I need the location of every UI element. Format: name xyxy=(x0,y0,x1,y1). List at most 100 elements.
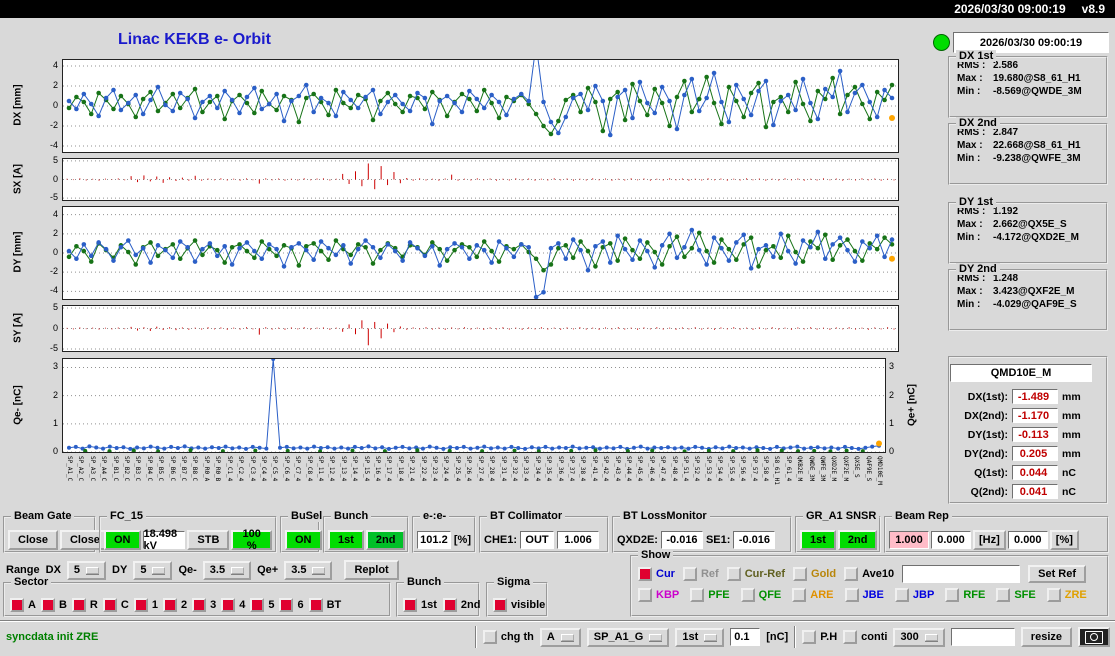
show-jbp-checkbox[interactable]: JBP xyxy=(894,588,935,602)
show-rfe-checkbox[interactable]: RFE xyxy=(945,588,985,602)
range-qep-menu[interactable]: 3.5 xyxy=(284,560,333,580)
show-qfe-checkbox[interactable]: QFE xyxy=(740,588,782,602)
x-axis-label: SP_26_4 xyxy=(465,456,473,482)
chg-th-checkbox[interactable]: chg th xyxy=(482,630,534,644)
monitor-row: Q(1st): 0.044 nC xyxy=(950,465,1106,480)
sector-group: Sector A B R C 1 2 3 4 5 6 BT xyxy=(3,576,391,617)
checkbox-label: 2 xyxy=(180,598,188,611)
x-axis-label: SP_R0_A xyxy=(202,456,210,482)
stat-value: 2.586 xyxy=(993,60,1019,71)
sector-c-checkbox[interactable]: C xyxy=(102,597,129,612)
ref-entry[interactable] xyxy=(902,565,1021,583)
sector-r-checkbox[interactable]: R xyxy=(71,597,98,612)
checkbox-icon xyxy=(740,588,755,602)
sector-5-checkbox[interactable]: 5 xyxy=(250,597,274,612)
x-axis-label: SP_B1_C xyxy=(111,456,119,482)
resize-button[interactable]: resize xyxy=(1020,627,1072,647)
sector-1-checkbox[interactable]: 1 xyxy=(133,597,158,612)
sector-4-checkbox[interactable]: 4 xyxy=(221,597,245,612)
checkbox-label: 1 xyxy=(151,598,158,611)
screenshot-button[interactable] xyxy=(1078,627,1110,647)
show-zre-checkbox[interactable]: ZRE xyxy=(1046,588,1087,602)
chg-th-label: chg th xyxy=(500,631,534,643)
show-are-checkbox[interactable]: ARE xyxy=(792,588,834,602)
show-label: Show xyxy=(638,549,674,561)
checkbox-icon xyxy=(945,588,960,602)
replot-button[interactable]: Replot xyxy=(344,560,399,580)
range-dy-menu[interactable]: 5 xyxy=(133,560,173,580)
sector-2-checkbox[interactable]: 2 xyxy=(162,597,188,612)
gr-snsr-1st-button[interactable]: 1st xyxy=(800,529,836,550)
rep-count-menu[interactable]: 300 xyxy=(893,627,945,647)
fc15-stb-button[interactable]: STB xyxy=(187,529,230,550)
monitor-row-value: -1.170 xyxy=(1012,408,1058,423)
sector-a-checkbox[interactable]: A xyxy=(10,597,36,612)
conti-checkbox[interactable]: conti xyxy=(843,630,887,644)
show-gold-checkbox[interactable]: Gold xyxy=(793,567,836,581)
x-axis-label: SP_12_4 xyxy=(328,456,336,482)
sector-6-checkbox[interactable]: 6 xyxy=(279,597,304,612)
dy-ytick: 4 xyxy=(52,208,58,219)
dx-ytick: 2 xyxy=(52,80,58,90)
sector-menu[interactable]: A xyxy=(539,627,581,647)
x-axis-label: SP_25_4 xyxy=(453,456,461,482)
show-cur-checkbox[interactable]: Cur xyxy=(638,567,675,581)
sigma-visible-checkbox[interactable]: visible xyxy=(493,597,545,612)
range-dx-menu[interactable]: 5 xyxy=(66,560,107,580)
beam-gate-close-button-1[interactable]: Close xyxy=(8,529,58,550)
bunch-2nd-button[interactable]: 2nd xyxy=(365,529,406,550)
dx-plot xyxy=(62,59,899,153)
show-ref-checkbox[interactable]: Ref xyxy=(682,567,719,581)
checkbox-label: JBP xyxy=(912,589,935,601)
sector-b-checkbox[interactable]: B xyxy=(40,597,67,612)
sigma-checkboxes: visible xyxy=(493,597,545,612)
stats-group-dx-2nd: DX 2nd RMS :2.847 Max :22.668@S8_61_H1 Min … xyxy=(948,117,1108,185)
sp-device-menu[interactable]: SP_A1_G xyxy=(586,627,670,647)
x-axis-label: SP_33_4 xyxy=(522,456,530,482)
x-axis-label: QKB2E_M xyxy=(796,456,804,482)
x-axis-label: QMD10E_M xyxy=(876,456,883,485)
qe-ytick-right: 2 xyxy=(889,389,895,400)
stat-value: -9.238@QWFE_3M xyxy=(993,153,1081,164)
bunch-menu[interactable]: 1st xyxy=(675,627,725,647)
checkbox-icon xyxy=(690,588,705,602)
set-ref-button[interactable]: Set Ref xyxy=(1028,565,1087,583)
show-pfe-checkbox[interactable]: PFE xyxy=(690,588,730,602)
show-cur-ref-checkbox[interactable]: Cur-Ref xyxy=(726,567,785,581)
beam-rep-value-1: 1.000 xyxy=(889,530,929,549)
busel-on-button[interactable]: ON xyxy=(285,529,322,550)
menu-indicator-icon xyxy=(704,633,718,641)
x-axis-label: SP_B7_C xyxy=(180,456,188,482)
sector-label: Sector xyxy=(11,576,52,588)
bunch-1st-button[interactable]: 1st xyxy=(328,529,364,550)
sy-ytick: 0 xyxy=(52,322,58,333)
checkbox-icon xyxy=(442,597,457,612)
gr-snsr-2nd-button[interactable]: 2nd xyxy=(837,529,878,550)
statusbar-entry[interactable] xyxy=(950,628,1015,646)
ee-ratio-group: e-:e- 101.2 [%] xyxy=(412,510,476,553)
bunch-2nd-checkbox[interactable]: 2nd xyxy=(442,597,480,612)
ph-checkbox[interactable]: P.H xyxy=(802,630,837,644)
x-axis-label: SP_54_4 xyxy=(716,456,724,482)
range-qem-menu[interactable]: 3.5 xyxy=(202,560,252,580)
checkbox-label: QFE xyxy=(758,589,782,601)
stat-value: -4.172@QXD2E_M xyxy=(993,232,1079,243)
beam-rep-hz-button[interactable]: [Hz] xyxy=(973,529,1006,550)
monitor-row-label: DY(1st): xyxy=(967,428,1008,441)
qe-ytick-right: 0 xyxy=(889,446,895,456)
checkbox-label: ZRE xyxy=(1064,589,1087,601)
threshold-entry[interactable] xyxy=(730,628,761,646)
show-jbe-checkbox[interactable]: JBE xyxy=(844,588,884,602)
fc15-percent-button[interactable]: 100 % xyxy=(231,528,272,552)
range-dx-label: DX xyxy=(45,564,61,576)
bunch-1st-checkbox[interactable]: 1st xyxy=(403,597,437,612)
show-ave10-checkbox[interactable]: Ave10 xyxy=(844,567,894,581)
x-axis-label: SP_A2_C xyxy=(77,456,85,482)
beam-rep-pct-button[interactable]: [%] xyxy=(1049,529,1079,550)
show-sfe-checkbox[interactable]: SFE xyxy=(996,588,1036,602)
sector-3-checkbox[interactable]: 3 xyxy=(192,597,216,612)
fc15-on-button[interactable]: ON xyxy=(104,529,141,550)
sector-bt-checkbox[interactable]: BT xyxy=(308,597,341,612)
x-axis-label: SP_61_4 xyxy=(784,456,792,482)
show-kbp-checkbox[interactable]: KBP xyxy=(638,588,679,602)
